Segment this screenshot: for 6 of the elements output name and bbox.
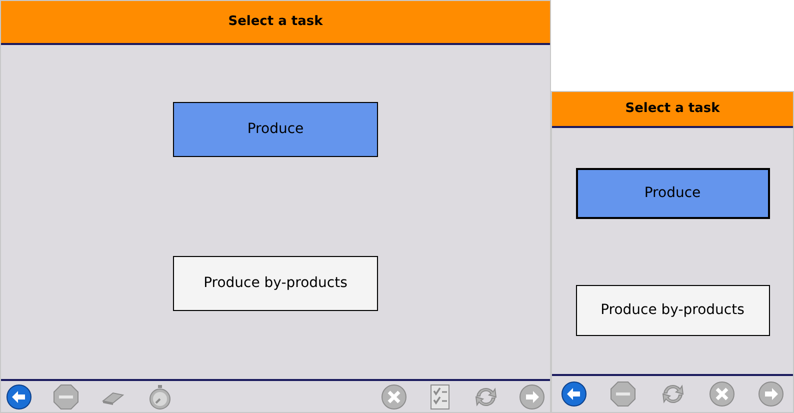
screen-title: Select a task bbox=[228, 13, 323, 32]
task-button[interactable]: Produce bbox=[576, 168, 770, 219]
task-button[interactable]: Produce by-products bbox=[576, 285, 770, 336]
screen-title: Select a task bbox=[625, 100, 720, 118]
task-button[interactable]: Produce bbox=[173, 102, 378, 157]
task-button[interactable]: Produce by-products bbox=[173, 256, 378, 311]
